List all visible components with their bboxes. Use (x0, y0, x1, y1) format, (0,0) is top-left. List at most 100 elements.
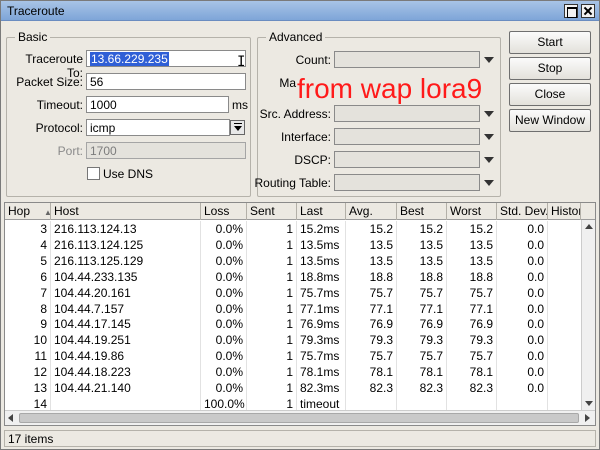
title-bar[interactable]: Traceroute (1, 1, 599, 21)
table-cell: 1 (247, 364, 297, 381)
table-cell: 75.7ms (297, 348, 346, 365)
table-cell: 79.3 (346, 332, 397, 349)
table-cell: 75.7 (397, 284, 447, 301)
horizontal-scrollbar[interactable] (5, 410, 595, 425)
table-row[interactable]: 3 216.113.124.13 0.0% 1 15.2ms 15.2 15.2 15.2 0.… (5, 221, 581, 237)
start-button[interactable]: Start (509, 31, 591, 54)
table-cell: 76.9ms (297, 316, 346, 333)
table-row[interactable]: 4 216.113.124.125 0.0% 1 13.5ms 13.5 13.5 13.5 0… (5, 236, 581, 253)
column-header[interactable]: History (548, 203, 581, 220)
table-cell: 0.0% (201, 380, 247, 396)
table-cell: 75.7 (447, 284, 497, 301)
table-cell: 104.44.233.135 (51, 268, 201, 285)
table-cell: 82.3 (397, 380, 447, 396)
table-row[interactable]: 11 104.44.19.86 0.0% 1 75.7ms 75.7 75.7 75.7 0.0 (5, 348, 581, 365)
table-cell: 78.1ms (297, 364, 346, 381)
port-input[interactable]: 1700 (86, 142, 246, 159)
table-row[interactable]: 9 104.44.17.145 0.0% 1 76.9ms 76.9 76.9 76.9 0.0 (5, 316, 581, 333)
table-cell: 1 (247, 268, 297, 285)
stop-button[interactable]: Stop (509, 57, 591, 80)
port-label: Port: (57, 144, 83, 158)
column-header[interactable]: Host (51, 203, 201, 220)
table-cell: 0.0 (497, 332, 548, 349)
dscp-input[interactable] (334, 151, 480, 168)
table-cell: 5 (5, 252, 51, 269)
table-cell: 13.5ms (297, 252, 346, 269)
column-header-label: History (551, 204, 580, 218)
timeout-input[interactable]: 1000 (86, 96, 229, 113)
protocol-dropdown-icon[interactable] (230, 120, 245, 135)
column-header[interactable]: Worst (447, 203, 497, 220)
table-cell: 0.0% (201, 348, 247, 365)
table-cell: 13.5 (346, 252, 397, 269)
table-cell: 75.7 (346, 284, 397, 301)
table-row[interactable]: 7 104.44.20.161 0.0% 1 75.7ms 75.7 75.7 75.7 0.0 (5, 284, 581, 301)
vertical-scrollbar[interactable] (581, 220, 595, 410)
maximize-icon[interactable] (564, 4, 578, 18)
table-row[interactable]: 6 104.44.233.135 0.0% 1 18.8ms 18.8 18.8 18.8 0.… (5, 268, 581, 285)
sort-ascending-icon: ▲ (44, 208, 50, 217)
new-window-button[interactable]: New Window (509, 109, 591, 132)
packet-size-label: Packet Size: (16, 75, 83, 89)
column-header-label: Sent (250, 204, 275, 218)
table-cell: 0.0 (497, 252, 548, 269)
column-header[interactable]: Avg. (346, 203, 397, 220)
scroll-thumb[interactable] (19, 413, 579, 423)
table-cell: 75.7 (447, 348, 497, 365)
routing-table-dropdown-icon[interactable] (484, 180, 494, 186)
table-cell: 0.0 (497, 300, 548, 317)
item-count: 17 items (8, 432, 54, 446)
table-cell: 76.9 (397, 316, 447, 333)
column-header[interactable]: Std. Dev. (497, 203, 548, 220)
table-cell: 15.2ms (297, 221, 346, 237)
table-cell: 0.0% (201, 221, 247, 237)
column-header[interactable]: Best (397, 203, 447, 220)
src-address-input[interactable] (334, 105, 480, 122)
table-cell: 0.0% (201, 252, 247, 269)
table-row[interactable]: 12 104.44.18.223 0.0% 1 78.1ms 78.1 78.1 78.1 0.… (5, 364, 581, 381)
table-cell: 1 (247, 284, 297, 301)
routing-table-input[interactable] (334, 174, 480, 191)
count-input[interactable] (334, 51, 480, 68)
table-cell: 0.0 (497, 268, 548, 285)
table-cell: 104.44.19.251 (51, 332, 201, 349)
close-button[interactable]: Close (509, 83, 591, 106)
use-dns-checkbox[interactable] (87, 167, 100, 180)
column-header[interactable]: Loss (201, 203, 247, 220)
src-address-dropdown-icon[interactable] (484, 111, 494, 117)
count-dropdown-icon[interactable] (484, 57, 494, 63)
interface-label: Interface: (280, 130, 331, 144)
table-cell: 6 (5, 268, 51, 285)
table-cell: 18.8ms (297, 268, 346, 285)
table-cell: 15.2 (397, 221, 447, 237)
status-bar: 17 items (4, 430, 596, 447)
table-row[interactable]: 13 104.44.21.140 0.0% 1 82.3ms 82.3 82.3 82.3 0.… (5, 380, 581, 396)
table-cell: 0.0% (201, 236, 247, 253)
table-cell: 0.0 (497, 284, 548, 301)
interface-input[interactable] (334, 128, 480, 145)
window-title: Traceroute (7, 4, 65, 18)
scroll-down-icon[interactable] (585, 401, 593, 406)
table-row[interactable]: 10 104.44.19.251 0.0% 1 79.3ms 79.3 79.3 79.3 0.… (5, 332, 581, 349)
scroll-left-icon[interactable] (8, 414, 13, 422)
table-cell: 9 (5, 316, 51, 333)
table-cell: 1 (247, 221, 297, 237)
packet-size-input[interactable]: 56 (86, 73, 246, 90)
protocol-select[interactable]: icmp (86, 119, 230, 136)
use-dns-label: Use DNS (103, 167, 154, 181)
table-cell: 0.0% (201, 268, 247, 285)
close-icon[interactable] (581, 4, 595, 18)
column-header[interactable]: Hop ▲ (5, 203, 51, 220)
interface-dropdown-icon[interactable] (484, 134, 494, 140)
table-row[interactable]: 8 104.44.7.157 0.0% 1 77.1ms 77.1 77.1 77.1 0.0 (5, 300, 581, 317)
column-header[interactable]: Last (297, 203, 346, 220)
table-row[interactable]: 5 216.113.125.129 0.0% 1 13.5ms 13.5 13.5 13.5 0… (5, 252, 581, 269)
table-cell: 1 (247, 252, 297, 269)
column-header[interactable]: Sent (247, 203, 297, 220)
dscp-dropdown-icon[interactable] (484, 157, 494, 163)
scroll-right-icon[interactable] (585, 414, 590, 422)
table-cell: 18.8 (447, 268, 497, 285)
traceroute-to-input[interactable]: 13.66.229.235 (86, 50, 246, 67)
table-cell: 7 (5, 284, 51, 301)
scroll-up-icon[interactable] (585, 224, 593, 229)
